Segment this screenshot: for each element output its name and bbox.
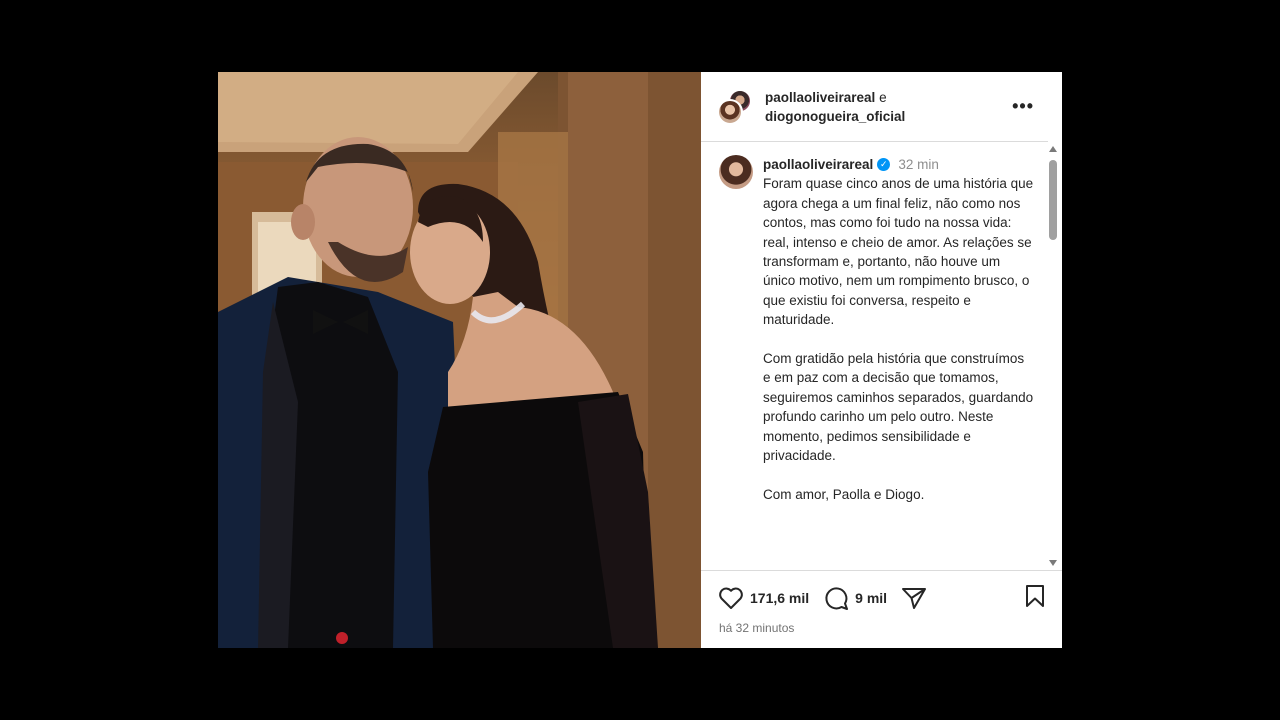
share-icon [902, 588, 927, 609]
like-count[interactable]: 171,6 mil [750, 590, 809, 606]
verified-badge-icon: ✓ [877, 158, 891, 172]
post-authors: paollaoliveirareal e diogonogueira_ofici… [765, 88, 1012, 126]
caption-paragraph: Com amor, Paolla e Diogo. [763, 486, 925, 502]
bookmark-icon [1026, 584, 1044, 607]
like-button[interactable]: 171,6 mil [718, 586, 809, 610]
heart-icon [719, 587, 743, 609]
post-timestamp[interactable]: há 32 minutos [701, 611, 1062, 635]
collab-avatars[interactable] [717, 88, 753, 125]
scroll-up-arrow-icon[interactable] [1049, 146, 1057, 152]
author-username-1[interactable]: paollaoliveirareal [765, 90, 875, 105]
comment-count[interactable]: 9 mil [855, 590, 887, 606]
comment-button[interactable]: 9 mil [823, 585, 887, 611]
caption-paragraph: Foram quase cinco anos de uma história q… [763, 176, 1034, 328]
caption-paragraph: Com gratidão pela história que construím… [763, 351, 1034, 464]
more-options-icon[interactable]: ••• [1012, 96, 1034, 117]
caption-body: paollaoliveirareal ✓ 32 min Foram quase … [763, 155, 1035, 524]
comment-icon [825, 587, 849, 610]
action-bar: 171,6 mil 9 mil há 32 minutos [701, 570, 1062, 648]
scroll-down-arrow-icon[interactable] [1049, 560, 1057, 566]
scrollbar-thumb[interactable] [1049, 160, 1057, 240]
instagram-post: paollaoliveirareal e diogonogueira_ofici… [218, 72, 1062, 648]
post-photo[interactable] [218, 72, 701, 648]
caption-text: Foram quase cinco anos de uma história q… [763, 174, 1035, 504]
caption-header: paollaoliveirareal ✓ 32 min [763, 155, 1035, 174]
share-button[interactable] [901, 586, 927, 610]
caption-time[interactable]: 32 min [898, 155, 939, 174]
save-button[interactable] [1024, 584, 1046, 613]
caption: paollaoliveirareal ✓ 32 min Foram quase … [701, 143, 1062, 524]
caption-scrollbar[interactable] [1048, 146, 1058, 566]
post-side-panel: paollaoliveirareal e diogonogueira_ofici… [701, 72, 1062, 648]
post-actions: 171,6 mil 9 mil [701, 571, 1062, 611]
post-header: paollaoliveirareal e diogonogueira_ofici… [701, 72, 1048, 142]
caption-username[interactable]: paollaoliveirareal [763, 155, 873, 174]
caption-scroll-area[interactable]: paollaoliveirareal ✓ 32 min Foram quase … [701, 143, 1062, 570]
photo-illustration [218, 72, 701, 648]
avatar[interactable] [717, 98, 743, 125]
author-conjunction: e [879, 89, 887, 105]
author-username-2[interactable]: diogonogueira_oficial [765, 109, 905, 124]
avatar[interactable] [719, 155, 753, 189]
